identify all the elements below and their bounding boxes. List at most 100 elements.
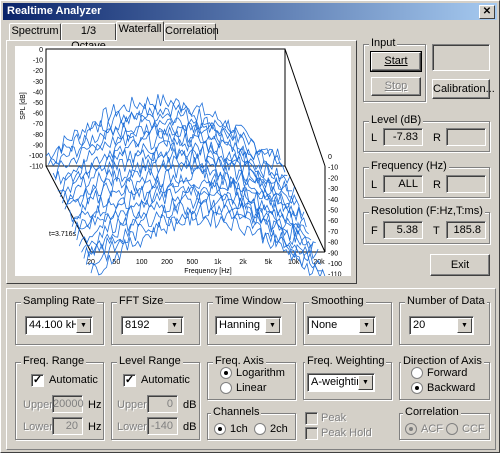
acf-radio[interactable] bbox=[405, 423, 417, 435]
level-lower-unit: dB bbox=[183, 421, 197, 433]
calibration-button[interactable]: Calibration... bbox=[432, 79, 495, 99]
logarithm-label: Logarithm bbox=[236, 367, 285, 379]
title-bar[interactable]: Realtime Analyzer ✕ bbox=[3, 3, 497, 20]
fft-size-select[interactable]: 8192 ▼ bbox=[121, 316, 184, 335]
backward-radio[interactable] bbox=[411, 382, 423, 394]
time-window-value: Hanning bbox=[219, 319, 260, 331]
chevron-down-icon[interactable]: ▼ bbox=[76, 318, 91, 333]
smoothing-label: Smoothing bbox=[309, 295, 366, 307]
fft-size-label: FFT Size bbox=[117, 295, 166, 307]
y-tick-label-right: -30 bbox=[328, 186, 338, 193]
chevron-down-icon[interactable]: ▼ bbox=[359, 318, 374, 333]
input-display bbox=[432, 44, 490, 71]
exit-button[interactable]: Exit bbox=[430, 254, 490, 276]
frequency-l-value: ALL bbox=[383, 175, 423, 193]
smoothing-select[interactable]: None ▼ bbox=[307, 316, 376, 335]
ch1-label: 1ch bbox=[230, 423, 248, 435]
y-tick-label-right: -40 bbox=[328, 197, 338, 204]
level-l-label: L bbox=[371, 132, 378, 144]
resolution-t-label: T bbox=[433, 225, 440, 237]
y-tick-label: -50 bbox=[33, 100, 43, 107]
spectrum-trace bbox=[48, 101, 283, 167]
chevron-down-icon[interactable]: ▼ bbox=[265, 318, 280, 333]
y-tick-label-right: -100 bbox=[328, 261, 342, 268]
number-of-data-select[interactable]: 20 ▼ bbox=[409, 316, 474, 335]
time-label: t=3.716s bbox=[49, 231, 77, 238]
y-tick-label-right: -80 bbox=[328, 240, 338, 247]
y-tick-label: -100 bbox=[29, 153, 43, 160]
freq-lower-unit: Hz bbox=[88, 421, 102, 433]
y-tick-label: -60 bbox=[33, 111, 43, 118]
y-tick-label: -90 bbox=[33, 142, 43, 149]
y-tick-label-right: -70 bbox=[328, 229, 338, 236]
x-tick-label: 500 bbox=[186, 259, 198, 266]
chevron-down-icon[interactable]: ▼ bbox=[167, 318, 182, 333]
freq-axis-label: Freq. Axis bbox=[213, 355, 266, 367]
level-r-value bbox=[446, 128, 486, 146]
waterfall-svg: 0 -10 -20 -30 -40 -50 -60 -70 -80 -90 -100 -110 0 -10… bbox=[20, 47, 342, 279]
smoothing-value: None bbox=[311, 319, 338, 331]
frequency-r-label: R bbox=[433, 179, 441, 191]
correlation-label: Correlation bbox=[403, 406, 461, 418]
peak-hold-checkbox[interactable] bbox=[305, 427, 318, 440]
y-tick-label-right: -10 bbox=[328, 165, 338, 172]
resolution-group-label: Resolution (F:Hz,T:ms) bbox=[369, 205, 485, 217]
level-upper-label: Upper bbox=[117, 399, 147, 411]
peak-checkbox[interactable] bbox=[305, 412, 318, 425]
tab-third-octave[interactable]: 1/3 Octave bbox=[61, 23, 116, 52]
y-tick-label-right: -20 bbox=[328, 175, 338, 182]
close-icon[interactable]: ✕ bbox=[479, 5, 495, 19]
freq-range-auto-checkbox[interactable]: ✓ bbox=[31, 374, 44, 387]
resolution-f-value: 5.38 bbox=[383, 221, 423, 239]
level-l-value: -7.83 bbox=[383, 128, 423, 146]
frequency-group-label: Frequency (Hz) bbox=[369, 160, 449, 172]
sampling-rate-label: Sampling Rate bbox=[21, 295, 98, 307]
y-tick-label: -10 bbox=[33, 58, 43, 65]
chevron-down-icon[interactable]: ▼ bbox=[457, 318, 472, 333]
number-of-data-label: Number of Data bbox=[405, 295, 487, 307]
depth-edge-right bbox=[284, 165, 326, 253]
logarithm-radio[interactable] bbox=[220, 367, 232, 379]
forward-radio[interactable] bbox=[411, 367, 423, 379]
linear-radio[interactable] bbox=[220, 382, 232, 394]
peak-label: Peak bbox=[321, 412, 347, 424]
time-window-select[interactable]: Hanning ▼ bbox=[215, 316, 282, 335]
level-upper-unit: dB bbox=[183, 399, 197, 411]
sampling-rate-select[interactable]: 44.100 kHz ▼ bbox=[25, 316, 93, 335]
y-tick-label: -70 bbox=[33, 121, 43, 128]
freq-lower-input[interactable]: 20 bbox=[52, 417, 83, 435]
freq-range-auto-label: Automatic bbox=[49, 374, 98, 386]
y-tick-label-right: -50 bbox=[328, 208, 338, 215]
tab-correlation[interactable]: Correlation bbox=[164, 23, 219, 40]
freq-weighting-select[interactable]: A-weighting ▼ bbox=[307, 373, 375, 392]
spectrum-trace bbox=[85, 198, 321, 266]
level-upper-input[interactable]: 0 bbox=[147, 395, 178, 413]
ch1-radio[interactable] bbox=[214, 423, 226, 435]
level-lower-input[interactable]: -140 bbox=[147, 417, 178, 435]
level-r-label: R bbox=[433, 132, 441, 144]
tab-spectrum[interactable]: Spectrum bbox=[9, 23, 61, 40]
y-tick-label-right: -90 bbox=[328, 250, 338, 257]
ch2-radio[interactable] bbox=[254, 423, 266, 435]
stop-button[interactable]: Stop bbox=[371, 77, 421, 96]
ccf-radio[interactable] bbox=[446, 423, 458, 435]
chevron-down-icon[interactable]: ▼ bbox=[358, 375, 373, 390]
level-range-auto-checkbox[interactable]: ✓ bbox=[123, 374, 136, 387]
y-tick-label-right: -60 bbox=[328, 218, 338, 225]
y-tick-label: -30 bbox=[33, 79, 43, 86]
waterfall-plot: 0 -10 -20 -30 -40 -50 -60 -70 -80 -90 -100 -110 0 -10… bbox=[15, 46, 351, 279]
acf-label: ACF bbox=[421, 423, 443, 435]
level-range-auto-label: Automatic bbox=[141, 374, 190, 386]
y-axis-label: SPL [dB] bbox=[20, 92, 27, 119]
freq-lower-label: Lower bbox=[23, 421, 53, 433]
forward-label: Forward bbox=[427, 367, 468, 379]
freq-range-label: Freq. Range bbox=[21, 355, 87, 367]
tab-waterfall[interactable]: Waterfall bbox=[116, 21, 164, 41]
y-tick-label: 0 bbox=[39, 47, 43, 54]
freq-upper-input[interactable]: 20000 bbox=[52, 395, 84, 413]
resolution-f-label: F bbox=[371, 225, 378, 237]
y-tick-label: -110 bbox=[30, 164, 44, 171]
peak-hold-label: Peak Hold bbox=[321, 427, 372, 439]
level-lower-label: Lower bbox=[117, 421, 147, 433]
start-button[interactable]: Start bbox=[370, 51, 422, 72]
